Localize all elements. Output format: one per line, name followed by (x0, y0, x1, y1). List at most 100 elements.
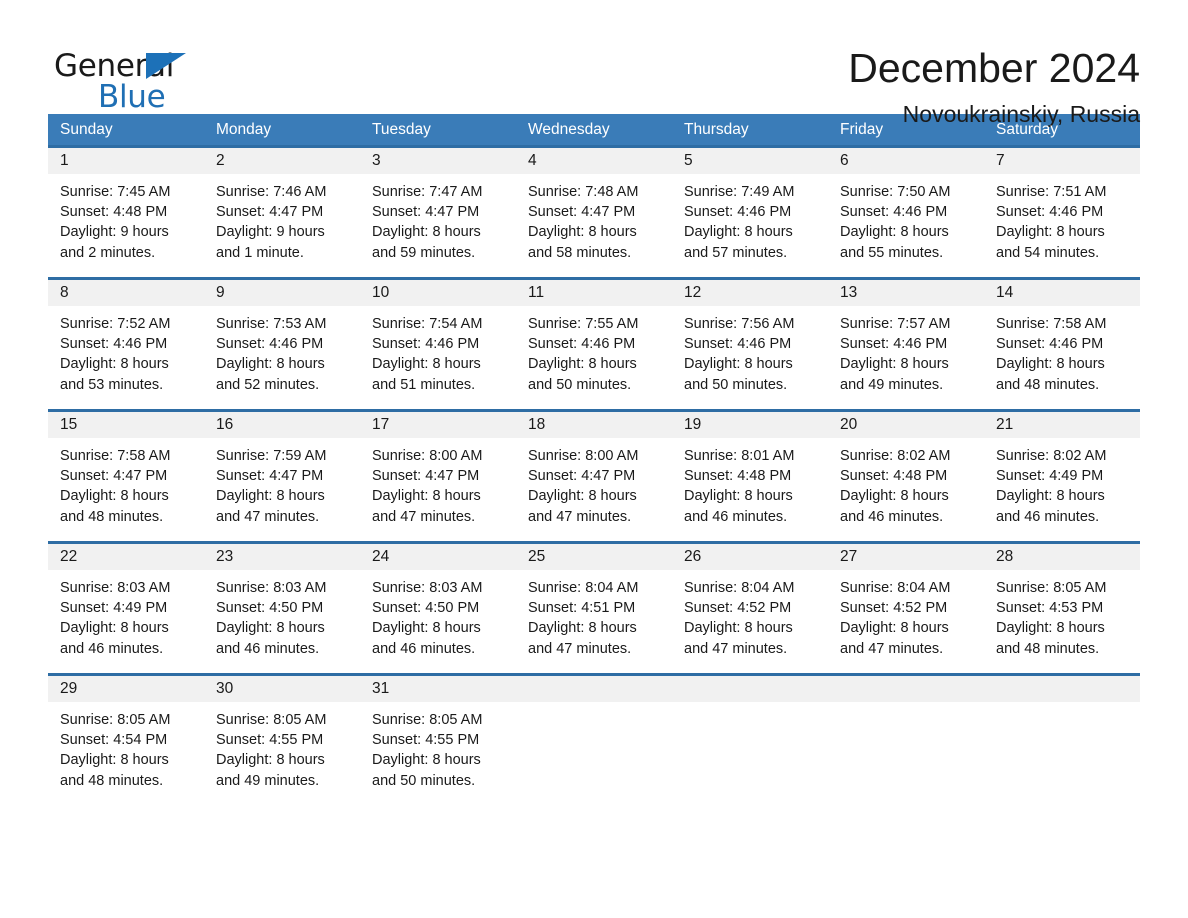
calendar-day-cell[interactable]: 14 Sunrise: 7:58 AM Sunset: 4:46 PM Dayligh… (984, 280, 1140, 409)
daylight-line-cont: and 47 minutes. (528, 508, 632, 525)
sunset-line: Sunset: 4:50 PM (372, 600, 480, 617)
sunrise-line: Sunrise: 8:01 AM (684, 448, 795, 464)
day-number: 9 (204, 280, 360, 306)
daylight-line: Daylight: 8 hours (60, 356, 169, 373)
calendar-day-cell[interactable]: 1 Sunrise: 7:45 AM Sunset: 4:48 PM Daylight… (48, 148, 204, 277)
sunrise-line: Sunrise: 7:47 AM (372, 184, 483, 200)
day-details: Sunrise: 7:50 AM Sunset: 4:46 PM Daylight:… (828, 174, 984, 263)
calendar-day-cell[interactable]: 31 Sunrise: 8:05 AM Sunset: 4:55 PM Dayligh… (360, 676, 516, 805)
sunset-line: Sunset: 4:46 PM (996, 336, 1104, 353)
calendar-day-cell[interactable]: 6 Sunrise: 7:50 AM Sunset: 4:46 PM Daylight… (828, 148, 984, 277)
calendar-week-row: 22 Sunrise: 8:03 AM Sunset: 4:49 PM Dayligh… (48, 541, 1140, 673)
calendar-day-cell[interactable]: 8 Sunrise: 7:52 AM Sunset: 4:46 PM Daylight… (48, 280, 204, 409)
sunrise-line: Sunrise: 8:04 AM (684, 580, 795, 596)
daylight-line-cont: and 59 minutes. (372, 244, 476, 261)
sunrise-line: Sunrise: 8:02 AM (840, 448, 951, 464)
calendar-day-cell[interactable]: 22 Sunrise: 8:03 AM Sunset: 4:49 PM Dayligh… (48, 544, 204, 673)
calendar-day-cell[interactable]: 16 Sunrise: 7:59 AM Sunset: 4:47 PM Dayligh… (204, 412, 360, 541)
day-number: 17 (360, 412, 516, 438)
sunrise-line: Sunrise: 8:00 AM (528, 448, 639, 464)
day-details: Sunrise: 8:02 AM Sunset: 4:48 PM Daylight:… (828, 438, 984, 527)
day-details: Sunrise: 8:00 AM Sunset: 4:47 PM Daylight:… (516, 438, 672, 527)
calendar-day-cell[interactable]: 9 Sunrise: 7:53 AM Sunset: 4:46 PM Daylight… (204, 280, 360, 409)
daylight-line: Daylight: 8 hours (684, 620, 793, 637)
day-details: Sunrise: 7:58 AM Sunset: 4:46 PM Daylight:… (984, 306, 1140, 395)
calendar-day-cell[interactable]: 7 Sunrise: 7:51 AM Sunset: 4:46 PM Daylight… (984, 148, 1140, 277)
sunset-line: Sunset: 4:46 PM (684, 336, 792, 353)
sunset-line: Sunset: 4:47 PM (60, 468, 168, 485)
day-number: 10 (360, 280, 516, 306)
daylight-line-cont: and 46 minutes. (372, 640, 476, 657)
daylight-line: Daylight: 8 hours (840, 224, 949, 241)
daylight-line-cont: and 54 minutes. (996, 244, 1100, 261)
sunset-line: Sunset: 4:54 PM (60, 732, 168, 749)
day-details: Sunrise: 8:01 AM Sunset: 4:48 PM Daylight:… (672, 438, 828, 527)
daylight-line-cont: and 51 minutes. (372, 376, 476, 393)
calendar-day-cell[interactable]: 23 Sunrise: 8:03 AM Sunset: 4:50 PM Dayligh… (204, 544, 360, 673)
calendar-day-cell[interactable]: 2 Sunrise: 7:46 AM Sunset: 4:47 PM Daylight… (204, 148, 360, 277)
calendar-day-cell[interactable]: 26 Sunrise: 8:04 AM Sunset: 4:52 PM Dayligh… (672, 544, 828, 673)
sunrise-line: Sunrise: 7:48 AM (528, 184, 639, 200)
weekday-header-row: Sunday Monday Tuesday Wednesday Thursday Frid… (48, 114, 1140, 145)
sunrise-line: Sunrise: 8:04 AM (840, 580, 951, 596)
calendar-day-cell[interactable]: 30 Sunrise: 8:05 AM Sunset: 4:55 PM Dayligh… (204, 676, 360, 805)
calendar-day-cell[interactable]: 24 Sunrise: 8:03 AM Sunset: 4:50 PM Dayligh… (360, 544, 516, 673)
calendar-week-row: 8 Sunrise: 7:52 AM Sunset: 4:46 PM Daylight… (48, 277, 1140, 409)
day-number: 4 (516, 148, 672, 174)
weekday-header-saturday: Saturday (996, 121, 1059, 138)
day-number: 28 (984, 544, 1140, 570)
day-number: 16 (204, 412, 360, 438)
calendar-day-cell[interactable]: 10 Sunrise: 7:54 AM Sunset: 4:46 PM Dayligh… (360, 280, 516, 409)
daylight-line-cont: and 46 minutes. (216, 640, 320, 657)
calendar-day-cell[interactable]: 15 Sunrise: 7:58 AM Sunset: 4:47 PM Dayligh… (48, 412, 204, 541)
sunrise-line: Sunrise: 7:55 AM (528, 316, 639, 332)
sunset-line: Sunset: 4:55 PM (216, 732, 324, 749)
daylight-line: Daylight: 8 hours (840, 488, 949, 505)
calendar-day-cell[interactable]: 17 Sunrise: 8:00 AM Sunset: 4:47 PM Dayligh… (360, 412, 516, 541)
daylight-line: Daylight: 8 hours (840, 620, 949, 637)
day-details: Sunrise: 7:56 AM Sunset: 4:46 PM Daylight:… (672, 306, 828, 395)
logo-triangle-icon (146, 53, 186, 79)
calendar-day-cell[interactable]: 3 Sunrise: 7:47 AM Sunset: 4:47 PM Daylight… (360, 148, 516, 277)
sunset-line: Sunset: 4:46 PM (684, 204, 792, 221)
page-header: General Blue December 2024 Novoukrainski… (48, 0, 1140, 127)
day-details: Sunrise: 8:04 AM Sunset: 4:52 PM Daylight:… (672, 570, 828, 659)
day-number: 13 (828, 280, 984, 306)
calendar-day-cell[interactable]: 20 Sunrise: 8:02 AM Sunset: 4:48 PM Dayligh… (828, 412, 984, 541)
daylight-line-cont: and 52 minutes. (216, 376, 320, 393)
day-number: 27 (828, 544, 984, 570)
day-number: 26 (672, 544, 828, 570)
daylight-line-cont: and 58 minutes. (528, 244, 632, 261)
day-details: Sunrise: 8:04 AM Sunset: 4:52 PM Daylight:… (828, 570, 984, 659)
calendar-day-cell[interactable]: 4 Sunrise: 7:48 AM Sunset: 4:47 PM Daylight… (516, 148, 672, 277)
calendar-day-cell[interactable]: 29 Sunrise: 8:05 AM Sunset: 4:54 PM Dayligh… (48, 676, 204, 805)
calendar-day-cell[interactable]: 13 Sunrise: 7:57 AM Sunset: 4:46 PM Dayligh… (828, 280, 984, 409)
day-number: 8 (48, 280, 204, 306)
day-details: Sunrise: 7:57 AM Sunset: 4:46 PM Daylight:… (828, 306, 984, 395)
sunrise-line: Sunrise: 7:46 AM (216, 184, 327, 200)
sunset-line: Sunset: 4:51 PM (528, 600, 636, 617)
daylight-line: Daylight: 8 hours (684, 356, 793, 373)
calendar-day-cell[interactable]: 19 Sunrise: 8:01 AM Sunset: 4:48 PM Dayligh… (672, 412, 828, 541)
daylight-line: Daylight: 8 hours (528, 620, 637, 637)
sunrise-line: Sunrise: 7:58 AM (60, 448, 171, 464)
calendar-day-cell[interactable]: 18 Sunrise: 8:00 AM Sunset: 4:47 PM Dayligh… (516, 412, 672, 541)
calendar-day-cell[interactable]: 28 Sunrise: 8:05 AM Sunset: 4:53 PM Dayligh… (984, 544, 1140, 673)
day-number: 19 (672, 412, 828, 438)
calendar-day-cell[interactable]: 5 Sunrise: 7:49 AM Sunset: 4:46 PM Daylight… (672, 148, 828, 277)
calendar-day-cell[interactable]: 12 Sunrise: 7:56 AM Sunset: 4:46 PM Dayligh… (672, 280, 828, 409)
weekday-header-sunday: Sunday (60, 121, 113, 138)
daylight-line: Daylight: 8 hours (372, 356, 481, 373)
daylight-line: Daylight: 8 hours (840, 356, 949, 373)
calendar-day-cell[interactable]: 27 Sunrise: 8:04 AM Sunset: 4:52 PM Dayligh… (828, 544, 984, 673)
weekday-header-monday: Monday (216, 121, 272, 138)
calendar-day-cell[interactable]: 25 Sunrise: 8:04 AM Sunset: 4:51 PM Dayligh… (516, 544, 672, 673)
day-details (516, 702, 672, 710)
daylight-line: Daylight: 8 hours (216, 488, 325, 505)
sunrise-line: Sunrise: 7:54 AM (372, 316, 483, 332)
sunrise-line: Sunrise: 7:52 AM (60, 316, 171, 332)
daylight-line-cont: and 50 minutes. (684, 376, 788, 393)
calendar-day-cell[interactable]: 11 Sunrise: 7:55 AM Sunset: 4:46 PM Dayligh… (516, 280, 672, 409)
calendar-day-cell[interactable]: 21 Sunrise: 8:02 AM Sunset: 4:49 PM Dayligh… (984, 412, 1140, 541)
sunrise-line: Sunrise: 7:59 AM (216, 448, 327, 464)
